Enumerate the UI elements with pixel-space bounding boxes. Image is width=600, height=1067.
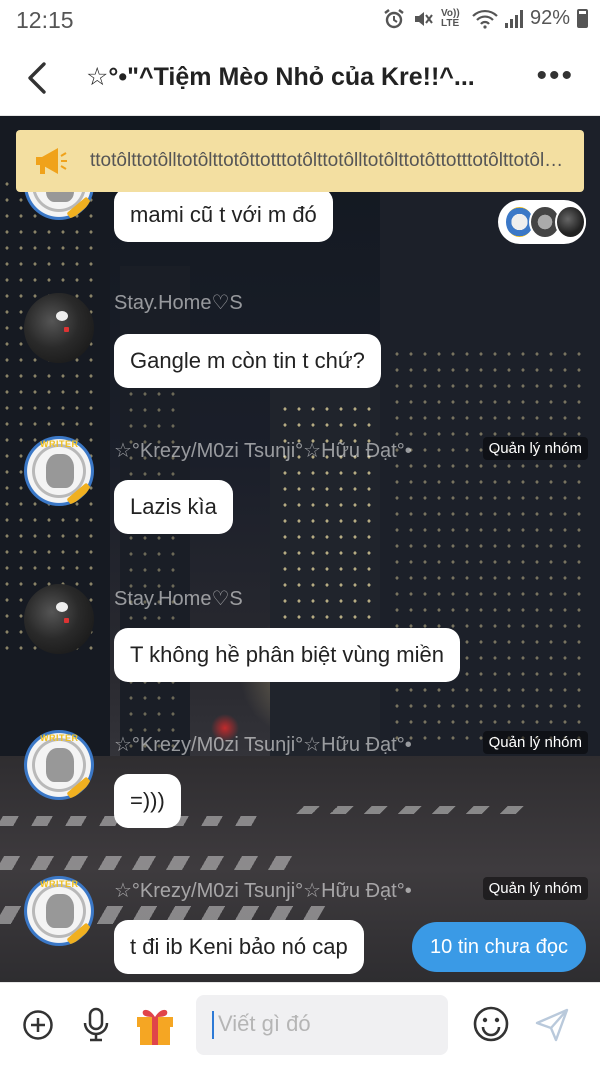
sender-avatar[interactable]: WRITER [24,436,94,506]
wifi-icon [472,9,498,29]
sender-avatar[interactable] [24,293,94,363]
alarm-icon [384,8,404,28]
writer-badge: WRITER [40,733,79,743]
unread-messages-button[interactable]: 10 tin chưa đọc [412,922,586,972]
microphone-icon[interactable] [82,1007,110,1043]
avatar-detail [64,618,69,623]
status-bar: 12:15 Vo)) LTE 92% [0,0,600,40]
sender-avatar[interactable]: WRITER [24,876,94,946]
megaphone-icon [36,148,67,174]
sender-name[interactable]: Stay.Home♡S [114,290,243,315]
chat-area[interactable] [0,116,600,982]
background-windows [278,401,374,631]
signal-icon [504,9,523,28]
text-caret [212,1011,214,1039]
background-windows [390,346,590,746]
pinned-announcement[interactable]: ttotôlttotôlltotôlttotôttotttotôlttotôll… [16,130,584,192]
seen-by-avatars[interactable] [498,200,586,244]
gift-icon[interactable] [134,1003,176,1047]
avatar-detail [56,602,68,612]
message-bubble[interactable]: =))) [114,774,181,828]
role-badge: Quản lý nhóm [482,731,588,754]
avatar-detail [56,311,68,321]
writer-badge: WRITER [40,879,79,889]
message-bubble[interactable]: mami cũ t với m đó [114,188,333,242]
message-bubble[interactable]: t đi ib Keni bảo nó cap [114,920,364,974]
sender-name[interactable]: ☆°Krezy/M0zi Tsunji°☆Hữu Đạt°• [114,878,412,903]
reader-avatar [554,205,586,239]
message-input[interactable]: Viết gì đó [196,995,448,1055]
pinned-text: ttotôlttotôlltotôlttotôttotttotôlttotôll… [90,150,568,171]
message-bubble[interactable]: Gangle m còn tin t chứ? [114,334,381,388]
avatar-figure [46,894,74,928]
role-badge: Quản lý nhóm [482,877,588,900]
mute-icon [414,11,433,26]
volte-indicator: Vo)) LTE [440,7,460,29]
plus-icon[interactable] [22,1009,54,1041]
avatar-detail [64,327,69,332]
message-composer: Viết gì đó [0,982,600,1067]
avatar-figure [46,748,74,782]
back-arrow-icon[interactable] [22,60,54,96]
sender-avatar[interactable] [24,584,94,654]
more-options-icon[interactable]: ••• [536,61,574,91]
sender-name[interactable]: Stay.Home♡S [114,586,243,611]
sender-avatar[interactable]: WRITER [24,730,94,800]
background-crosswalk [0,856,305,870]
message-bubble[interactable]: Lazis kìa [114,480,233,534]
status-icons: Vo)) LTE 92% [383,7,588,30]
status-time: 12:15 [16,7,74,33]
chat-title[interactable]: ☆°•"^Tiệm Mèo Nhỏ của Kre!!^... [86,62,516,92]
background-crosswalk [296,806,524,814]
role-badge: Quản lý nhóm [482,437,588,460]
message-placeholder: Viết gì đó [218,1011,311,1036]
writer-badge: WRITER [40,439,79,449]
chat-header: ☆°•"^Tiệm Mèo Nhỏ của Kre!!^... ••• [0,40,600,116]
battery-percent: 92% [529,7,570,29]
avatar-figure [46,454,74,488]
emoji-icon[interactable] [472,1005,510,1043]
sender-name[interactable]: ☆°Krezy/M0zi Tsunji°☆Hữu Đạt°• [114,438,412,463]
message-bubble[interactable]: T không hề phân biệt vùng miền [114,628,460,682]
send-icon[interactable] [534,1007,570,1043]
sender-name[interactable]: ☆°Krezy/M0zi Tsunji°☆Hữu Đạt°• [114,732,412,757]
battery-icon [577,9,588,28]
